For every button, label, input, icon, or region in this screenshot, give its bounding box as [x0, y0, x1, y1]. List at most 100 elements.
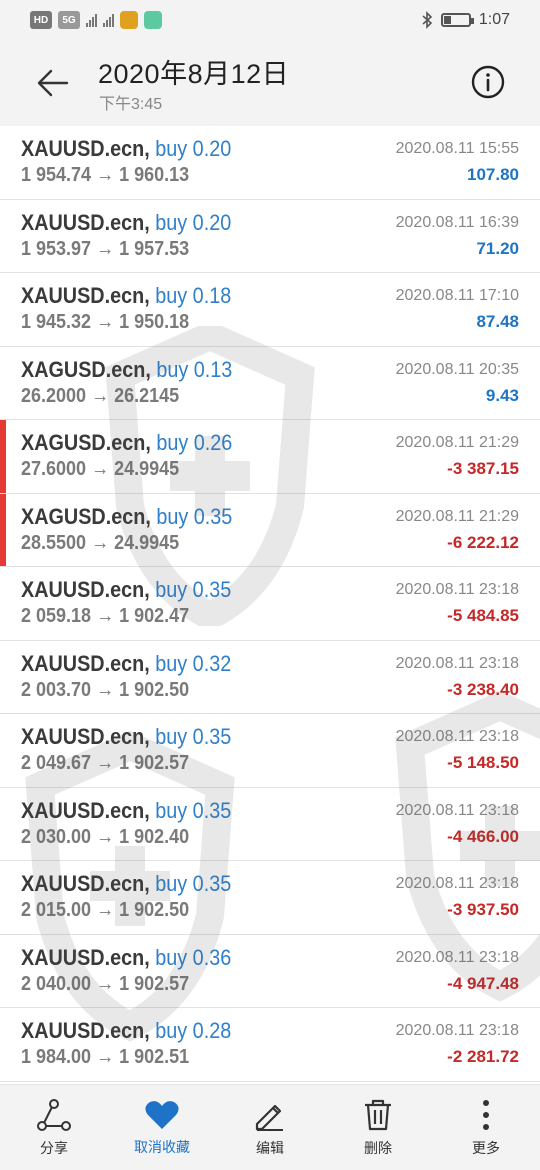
- trade-side: buy 0.26: [156, 430, 233, 455]
- trade-row[interactable]: XAGUSD.ecn, buy 0.26 27.6000 → 24.9945 202…: [0, 420, 540, 494]
- trade-time: 2020.08.11 21:29: [395, 507, 519, 525]
- trade-side: buy 0.36: [155, 944, 232, 970]
- trade-profit: -4 466.00: [447, 826, 519, 846]
- trade-time: 2020.08.11 16:39: [395, 213, 519, 231]
- trade-prices: 2 059.18 → 1 902.47: [21, 605, 190, 627]
- arrow-left-icon: [37, 69, 69, 97]
- trade-time: 2020.08.11 17:10: [395, 287, 519, 304]
- trade-row[interactable]: XAUUSD.ecn, buy 0.36 2 040.00 → 1 902.57 2…: [0, 934, 540, 1008]
- trade-time: 2020.08.11 23:18: [395, 654, 519, 672]
- trade-symbol: XAUUSD.ecn, buy 0.35: [21, 871, 231, 897]
- share-button[interactable]: 分享: [4, 1090, 104, 1166]
- page-title: 2020年8月12日: [98, 59, 290, 89]
- trade-profit: -2 281.72: [447, 1047, 519, 1066]
- unfavorite-button[interactable]: 取消收藏: [112, 1090, 212, 1166]
- edit-label: 编辑: [256, 1139, 284, 1156]
- trade-row[interactable]: XAGUSD.ecn, buy 0.13 26.2000 → 26.2145 202…: [0, 346, 540, 420]
- trade-row[interactable]: XAUUSD.ecn, buy 0.28 1 984.00 → 1 902.51 2…: [0, 1008, 540, 1082]
- trade-symbol: XAUUSD.ecn, buy 0.35: [21, 724, 231, 750]
- trade-row[interactable]: XAUUSD.ecn, buy 0.35 2 049.67 → 1 902.57 2…: [0, 714, 540, 788]
- trade-symbol: XAUUSD.ecn, buy 0.20: [21, 210, 231, 236]
- trade-row[interactable]: XAUUSD.ecn, buy 0.20 1 954.74 → 1 960.13 2…: [0, 126, 540, 200]
- trade-symbol: XAUUSD.ecn, buy 0.35: [21, 798, 231, 824]
- trade-symbol: XAUUSD.ecn, buy 0.20: [21, 136, 231, 162]
- trade-row[interactable]: XAGUSD.ecn, buy 0.35 28.5500 → 24.9945 202…: [0, 493, 540, 567]
- status-time: 1:07: [478, 11, 510, 28]
- trade-symbol: XAUUSD.ecn, buy 0.32: [21, 651, 231, 677]
- trade-row[interactable]: XAUUSD.ecn, buy 0.35 2 015.00 → 1 902.50 2…: [0, 861, 540, 935]
- trade-time: 2020.08.11 23:18: [395, 581, 519, 598]
- trade-symbol-text: XAUUSD.ecn,: [21, 650, 150, 676]
- trade-row[interactable]: XAUUSD.ecn, buy 0.35 2 059.18 → 1 902.47 2…: [0, 567, 540, 641]
- trade-prices: 1 984.00 → 1 902.51: [21, 1046, 190, 1068]
- hd-indicator: HD: [30, 11, 52, 29]
- trade-symbol: XAUUSD.ecn, buy 0.18: [21, 283, 231, 309]
- battery-icon: [440, 13, 474, 27]
- delete-button[interactable]: 删除: [328, 1090, 428, 1166]
- trade-prices: 1 945.32 → 1 950.18: [21, 311, 190, 333]
- trade-row[interactable]: XAUUSD.ecn, buy 0.35 2 030.00 → 1 902.40 2…: [0, 787, 540, 861]
- delete-label: 删除: [364, 1139, 392, 1156]
- app-header: 2020年8月12日 下午3:45: [0, 40, 540, 126]
- bluetooth-icon: [422, 11, 433, 29]
- info-icon: [471, 65, 505, 99]
- trade-symbol-text: XAGUSD.ecn,: [21, 430, 151, 455]
- trade-side: buy 0.35: [155, 577, 232, 602]
- trade-side: buy 0.13: [156, 356, 233, 382]
- trade-prices: 1 953.97 → 1 957.53: [21, 237, 190, 260]
- trade-row[interactable]: XAUUSD.ecn, buy 0.32 2 003.70 → 1 902.50 2…: [0, 640, 540, 714]
- trade-prices: 2 015.00 → 1 902.50: [21, 899, 190, 921]
- trade-symbol-text: XAUUSD.ecn,: [21, 1018, 150, 1043]
- selection-marker: [0, 420, 6, 493]
- status-right-icons: 1:07: [421, 11, 510, 29]
- trade-side: buy 0.32: [155, 650, 232, 676]
- trade-symbol-text: XAGUSD.ecn,: [21, 356, 151, 382]
- signal-icon: [86, 13, 97, 27]
- trade-symbol-text: XAUUSD.ecn,: [21, 797, 150, 823]
- trade-row[interactable]: XAUUSD.ecn, buy 0.18 1 945.32 → 1 950.18 2…: [0, 273, 540, 347]
- more-label: 更多: [472, 1139, 500, 1156]
- signal-secondary-icon: [103, 13, 114, 27]
- network-type-indicator: 5G: [58, 11, 80, 29]
- trade-time: 2020.08.11 23:18: [395, 801, 519, 819]
- more-button[interactable]: 更多: [436, 1090, 536, 1166]
- share-label: 分享: [40, 1139, 68, 1156]
- trade-symbol: XAGUSD.ecn, buy 0.35: [21, 504, 232, 530]
- status-left-icons: HD 5G: [30, 11, 162, 29]
- trade-time: 2020.08.11 21:29: [395, 434, 519, 451]
- trade-profit: 9.43: [485, 385, 519, 405]
- trade-symbol-text: XAUUSD.ecn,: [21, 283, 150, 308]
- trade-symbol: XAUUSD.ecn, buy 0.28: [21, 1018, 231, 1044]
- heart-icon: [145, 1100, 179, 1129]
- trade-side: buy 0.20: [155, 136, 232, 161]
- trade-row[interactable]: XAUUSD.ecn, buy 0.20 1 953.97 → 1 957.53 2…: [0, 199, 540, 273]
- more-vertical-icon: [483, 1099, 489, 1130]
- trade-prices: 26.2000 → 26.2145: [21, 384, 180, 407]
- trade-prices: 2 030.00 → 1 902.40: [21, 825, 190, 848]
- trash-icon: [365, 1099, 391, 1130]
- trade-symbol-text: XAUUSD.ecn,: [21, 724, 150, 749]
- edit-button[interactable]: 编辑: [220, 1090, 320, 1166]
- trade-profit: -6 222.12: [447, 532, 519, 552]
- trade-side: buy 0.35: [156, 503, 233, 529]
- app-notification-icon: [120, 11, 138, 29]
- back-button[interactable]: [28, 58, 78, 108]
- trade-prices: 2 049.67 → 1 902.57: [21, 752, 190, 774]
- trade-profit: -5 148.50: [447, 753, 519, 772]
- trade-symbol-text: XAUUSD.ecn,: [21, 944, 150, 970]
- selection-marker: [0, 493, 6, 566]
- status-bar: HD 5G 1:07: [0, 0, 540, 40]
- trade-time: 2020.08.11 23:18: [395, 875, 519, 892]
- battery-level: [443, 16, 452, 24]
- info-button[interactable]: [470, 64, 506, 100]
- trade-symbol: XAUUSD.ecn, buy 0.35: [21, 577, 231, 603]
- trade-symbol-text: XAUUSD.ecn,: [21, 577, 150, 602]
- trade-symbol-text: XAUUSD.ecn,: [21, 136, 150, 161]
- unfavorite-label: 取消收藏: [134, 1138, 190, 1155]
- trade-side: buy 0.28: [155, 1018, 232, 1043]
- trade-profit: -3 238.40: [447, 679, 519, 699]
- trade-profit: -5 484.85: [447, 606, 519, 625]
- trade-symbol-text: XAUUSD.ecn,: [21, 871, 150, 896]
- trade-time: 2020.08.11 23:18: [395, 728, 519, 745]
- trade-prices: 1 954.74 → 1 960.13: [21, 164, 190, 186]
